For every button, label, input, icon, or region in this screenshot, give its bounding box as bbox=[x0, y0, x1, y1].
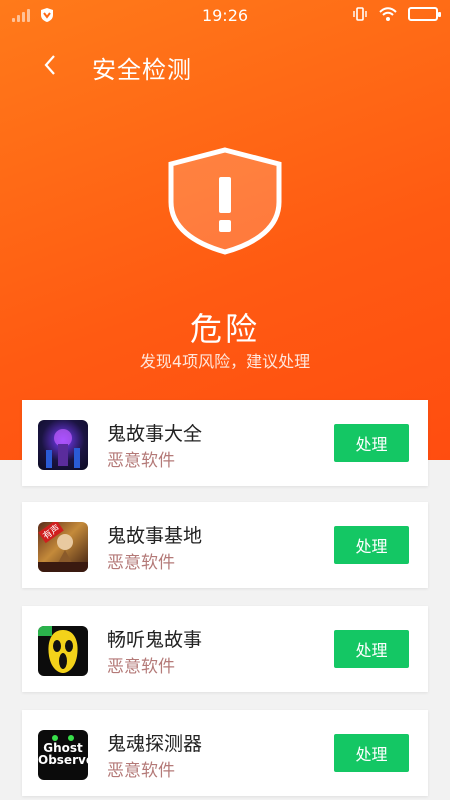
page-title: 安全检测 bbox=[92, 56, 192, 84]
handle-button[interactable]: 处理 bbox=[334, 424, 409, 462]
scream-mask-icon bbox=[38, 626, 78, 673]
risk-item[interactable]: 畅听鬼故事 恶意软件 处理 bbox=[22, 606, 428, 692]
shield-alert-icon bbox=[168, 147, 282, 255]
risk-item[interactable]: 鬼故事大全 恶意软件 处理 bbox=[22, 400, 428, 486]
risk-item[interactable]: Ghost Observer 鬼魂探测器 恶意软件 处理 bbox=[22, 710, 428, 796]
back-button[interactable] bbox=[34, 49, 66, 81]
app-name: 畅听鬼故事 bbox=[107, 629, 203, 651]
battery-icon bbox=[408, 7, 441, 21]
chevron-left-icon bbox=[44, 55, 55, 75]
app-risk-type: 恶意软件 bbox=[107, 451, 175, 471]
app-icon-ghost-observer: Ghost Observer bbox=[38, 730, 88, 780]
handle-button[interactable]: 处理 bbox=[334, 526, 409, 564]
vibrate-icon bbox=[353, 7, 367, 21]
handle-button[interactable]: 处理 bbox=[334, 734, 409, 772]
wifi-icon bbox=[379, 7, 397, 21]
app-icon-text: Ghost Observer bbox=[38, 741, 88, 767]
app-risk-type: 恶意软件 bbox=[107, 657, 175, 677]
title-bar: 安全检测 bbox=[0, 40, 450, 90]
app-name: 鬼故事基地 bbox=[107, 525, 203, 547]
risk-description: 发现4项风险，建议处理 bbox=[139, 352, 311, 371]
app-name: 鬼魂探测器 bbox=[107, 733, 203, 755]
ghost-stories-art-icon bbox=[46, 429, 80, 468]
status-right bbox=[352, 6, 441, 22]
risk-item[interactable]: 有声 鬼故事基地 恶意软件 处理 bbox=[22, 502, 428, 588]
status-bar: 19:26 bbox=[0, 0, 450, 30]
app-icon-ghost-base: 有声 bbox=[38, 522, 88, 572]
app-risk-type: 恶意软件 bbox=[107, 761, 175, 781]
risk-status: 危险 bbox=[189, 310, 260, 348]
app-name: 鬼故事大全 bbox=[107, 423, 203, 445]
handle-button[interactable]: 处理 bbox=[334, 630, 409, 668]
app-risk-type: 恶意软件 bbox=[107, 553, 175, 573]
app-icon-ghost-stories bbox=[38, 420, 88, 470]
app-icon-scream-mask bbox=[38, 626, 88, 676]
